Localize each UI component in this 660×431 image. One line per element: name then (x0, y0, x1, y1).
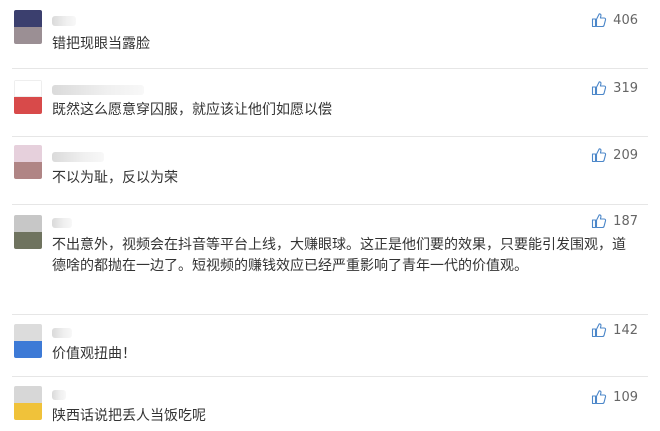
comment-text: 不出意外，视频会在抖音等平台上线，大赚眼球。这正是他们要的效果，只要能引发围观，… (52, 237, 626, 274)
avatar-bottom (14, 232, 42, 249)
username-blurred (52, 328, 72, 338)
like-button[interactable]: 319 (591, 80, 638, 96)
avatar-bottom (14, 162, 42, 179)
like-count: 209 (613, 147, 638, 163)
thumbs-up-icon (591, 322, 607, 338)
avatar[interactable] (14, 215, 42, 249)
avatar-top (14, 80, 42, 97)
avatar-top (14, 215, 42, 232)
avatar-top (14, 386, 42, 403)
like-button[interactable]: 209 (591, 147, 638, 163)
comment-text: 价值观扭曲！ (52, 346, 136, 362)
divider (12, 68, 648, 69)
thumbs-up-icon (591, 147, 607, 163)
like-button[interactable]: 142 (591, 322, 638, 338)
divider (12, 376, 648, 377)
username-blurred (52, 218, 72, 228)
avatar-bottom (14, 97, 42, 114)
like-button[interactable]: 187 (591, 213, 638, 229)
comment-text: 不以为耻，反以为荣 (52, 170, 178, 186)
like-count: 142 (613, 322, 638, 338)
username-blurred (52, 152, 104, 162)
comment-text: 错把现眼当露脸 (52, 36, 150, 52)
avatar-top (14, 10, 42, 27)
like-count: 187 (613, 213, 638, 229)
avatar[interactable] (14, 386, 42, 420)
like-count: 319 (613, 80, 638, 96)
username-blurred (52, 390, 66, 400)
avatar-top (14, 324, 42, 341)
like-button[interactable]: 109 (591, 389, 638, 405)
comment-text: 陕西话说把丢人当饭吃呢 (52, 408, 206, 424)
avatar-top (14, 145, 42, 162)
like-button[interactable]: 406 (591, 12, 638, 28)
username-blurred (52, 85, 144, 95)
comment-text: 既然这么愿意穿囚服，就应该让他们如愿以偿 (52, 102, 332, 118)
thumbs-up-icon (591, 389, 607, 405)
divider (12, 136, 648, 137)
avatar-bottom (14, 341, 42, 358)
avatar[interactable] (14, 324, 42, 358)
divider (12, 204, 648, 205)
username-blurred (52, 16, 76, 26)
avatar[interactable] (14, 80, 42, 114)
like-count: 406 (613, 12, 638, 28)
thumbs-up-icon (591, 12, 607, 28)
avatar-bottom (14, 403, 42, 420)
avatar[interactable] (14, 145, 42, 179)
divider (12, 314, 648, 315)
avatar-bottom (14, 27, 42, 44)
like-count: 109 (613, 389, 638, 405)
avatar[interactable] (14, 10, 42, 44)
thumbs-up-icon (591, 213, 607, 229)
thumbs-up-icon (591, 80, 607, 96)
